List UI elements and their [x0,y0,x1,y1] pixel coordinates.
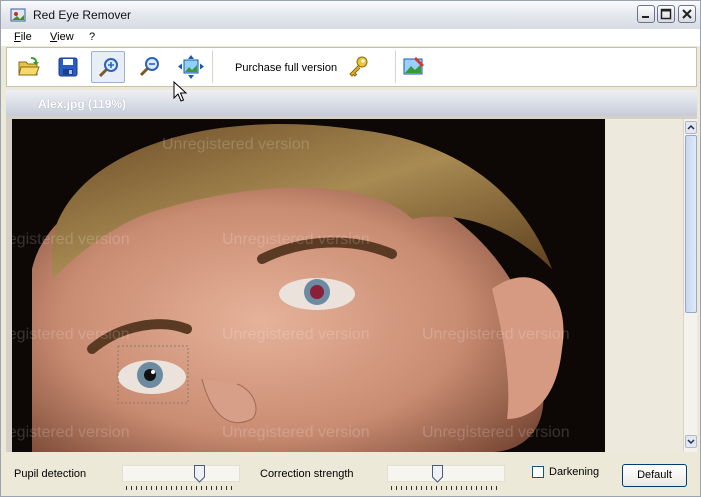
mouse-cursor-icon [173,81,187,102]
zoom-out-icon [139,57,159,77]
svg-text:Unregistered version: Unregistered version [222,231,370,248]
correction-strength-label: Correction strength [260,468,354,480]
canvas-background [605,119,683,452]
default-button[interactable]: Default [622,464,687,487]
scroll-thumb[interactable] [685,135,697,313]
correction-strength-slider[interactable] [387,465,505,491]
svg-text:Unregistered version: Unregistered version [222,424,370,441]
toolbar-separator [395,51,396,83]
slider-ticks [126,486,236,490]
title-bar[interactable]: Red Eye Remover [1,1,700,30]
open-button[interactable] [12,51,46,83]
svg-text:Unregistered version: Unregistered version [222,326,370,343]
slider-thumb[interactable] [194,465,205,483]
fit-to-window-icon [178,55,204,79]
purchase-full-version-link[interactable]: Purchase full version [235,62,337,74]
photo-viewport[interactable]: Unregistered version Unregistered versio… [12,119,605,452]
toolbar: Purchase full version [6,47,697,87]
close-icon [682,9,692,19]
svg-text:Unregistered version: Unregistered version [162,136,310,153]
pupil-detection-label: Pupil detection [14,468,87,480]
menu-file[interactable]: File [14,31,32,43]
svg-text:Unregistered version: Unregistered version [12,231,130,248]
edit-image-button[interactable] [397,51,431,83]
slider-thumb[interactable] [432,465,443,483]
scroll-up-button[interactable] [685,121,697,134]
slider-track [387,465,505,482]
image-title: Alex.jpg (119%) [38,97,127,111]
maximize-icon [660,8,672,20]
app-icon [10,8,26,22]
pupil-detection-slider[interactable] [122,465,240,491]
edit-image-icon [403,57,424,75]
toolbar-separator [212,51,213,83]
save-button[interactable] [51,51,85,83]
image-panel-header: Alex.jpg (119%) [6,90,697,116]
key-icon [349,56,368,77]
zoom-out-button[interactable] [133,51,167,83]
maximize-button[interactable] [657,5,675,23]
scroll-down-button[interactable] [685,435,697,448]
fit-to-window-button[interactable] [173,51,207,83]
svg-text:Unregistered version: Unregistered version [422,326,570,343]
photo: Unregistered version Unregistered versio… [12,119,605,452]
image-panel: Alex.jpg (119%) Unregistered version egi… [6,90,697,452]
svg-text:Unregistered version: Unregistered version [12,424,130,441]
vertical-scrollbar[interactable] [683,119,697,452]
save-icon [58,57,78,77]
purchase-button[interactable] [341,51,375,83]
window-title: Red Eye Remover [33,8,132,22]
svg-text:Unregistered version: Unregistered version [422,424,570,441]
minimize-icon [642,16,649,18]
app-window: Red Eye Remover File View ? Purchase ful… [0,0,701,497]
menu-view[interactable]: View [50,31,74,43]
menu-bar: File View ? [1,29,700,46]
menu-help[interactable]: ? [89,31,95,43]
zoom-in-button[interactable] [91,51,125,83]
slider-track [122,465,240,482]
zoom-in-icon [98,58,118,78]
slider-ticks [391,486,501,490]
minimize-button[interactable] [637,5,655,23]
chevron-up-icon [687,124,695,130]
open-folder-icon [18,57,40,76]
chevron-down-icon [687,439,695,445]
close-button[interactable] [678,5,696,23]
svg-text:Unregistered version: Unregistered version [12,326,130,343]
darkening-label: Darkening [549,466,600,478]
darkening-checkbox[interactable] [532,466,544,478]
